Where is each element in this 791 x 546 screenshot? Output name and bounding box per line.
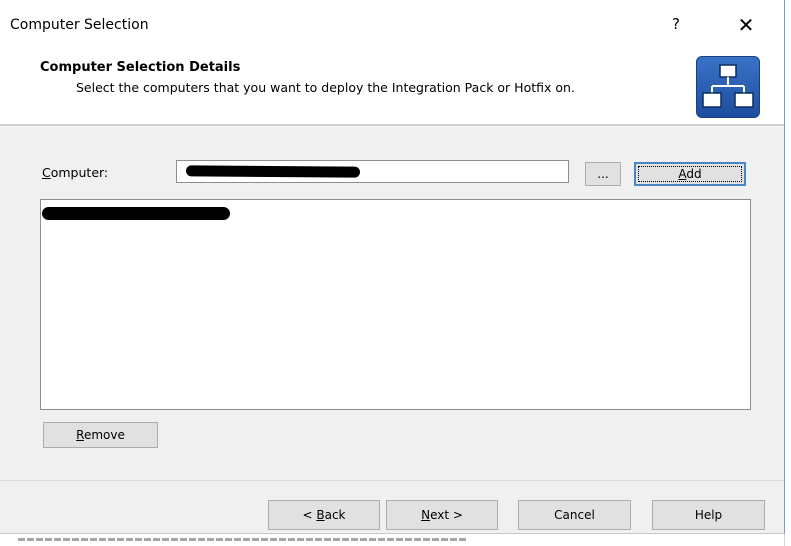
computer-selection-dialog: Computer Selection ? ✕ Computer Selectio…	[0, 0, 785, 534]
window-title: Computer Selection	[10, 17, 149, 33]
background-text	[0, 533, 784, 546]
add-button[interactable]: Add	[634, 162, 746, 186]
redacted-computer-name	[185, 165, 361, 178]
browse-button[interactable]: ...	[585, 162, 621, 186]
help-button[interactable]: Help	[652, 500, 765, 530]
next-button[interactable]: Next >	[386, 500, 498, 530]
remove-button[interactable]: Remove	[43, 422, 158, 448]
computer-list[interactable]	[40, 199, 751, 410]
cancel-button[interactable]: Cancel	[518, 500, 631, 530]
help-question-icon[interactable]: ?	[664, 15, 688, 37]
redacted-list-item	[42, 207, 230, 220]
computer-label: Computer:	[42, 165, 109, 180]
back-button[interactable]: < Back	[268, 500, 380, 530]
network-topology-icon	[696, 56, 760, 118]
wizard-header: Computer Selection Details Select the co…	[0, 42, 784, 124]
page-subtitle: Select the computers that you want to de…	[76, 80, 575, 95]
title-bar: Computer Selection ? ✕	[0, 0, 784, 40]
page-title: Computer Selection Details	[40, 60, 241, 75]
background-window-edge	[784, 0, 791, 546]
close-icon[interactable]: ✕	[733, 12, 759, 38]
